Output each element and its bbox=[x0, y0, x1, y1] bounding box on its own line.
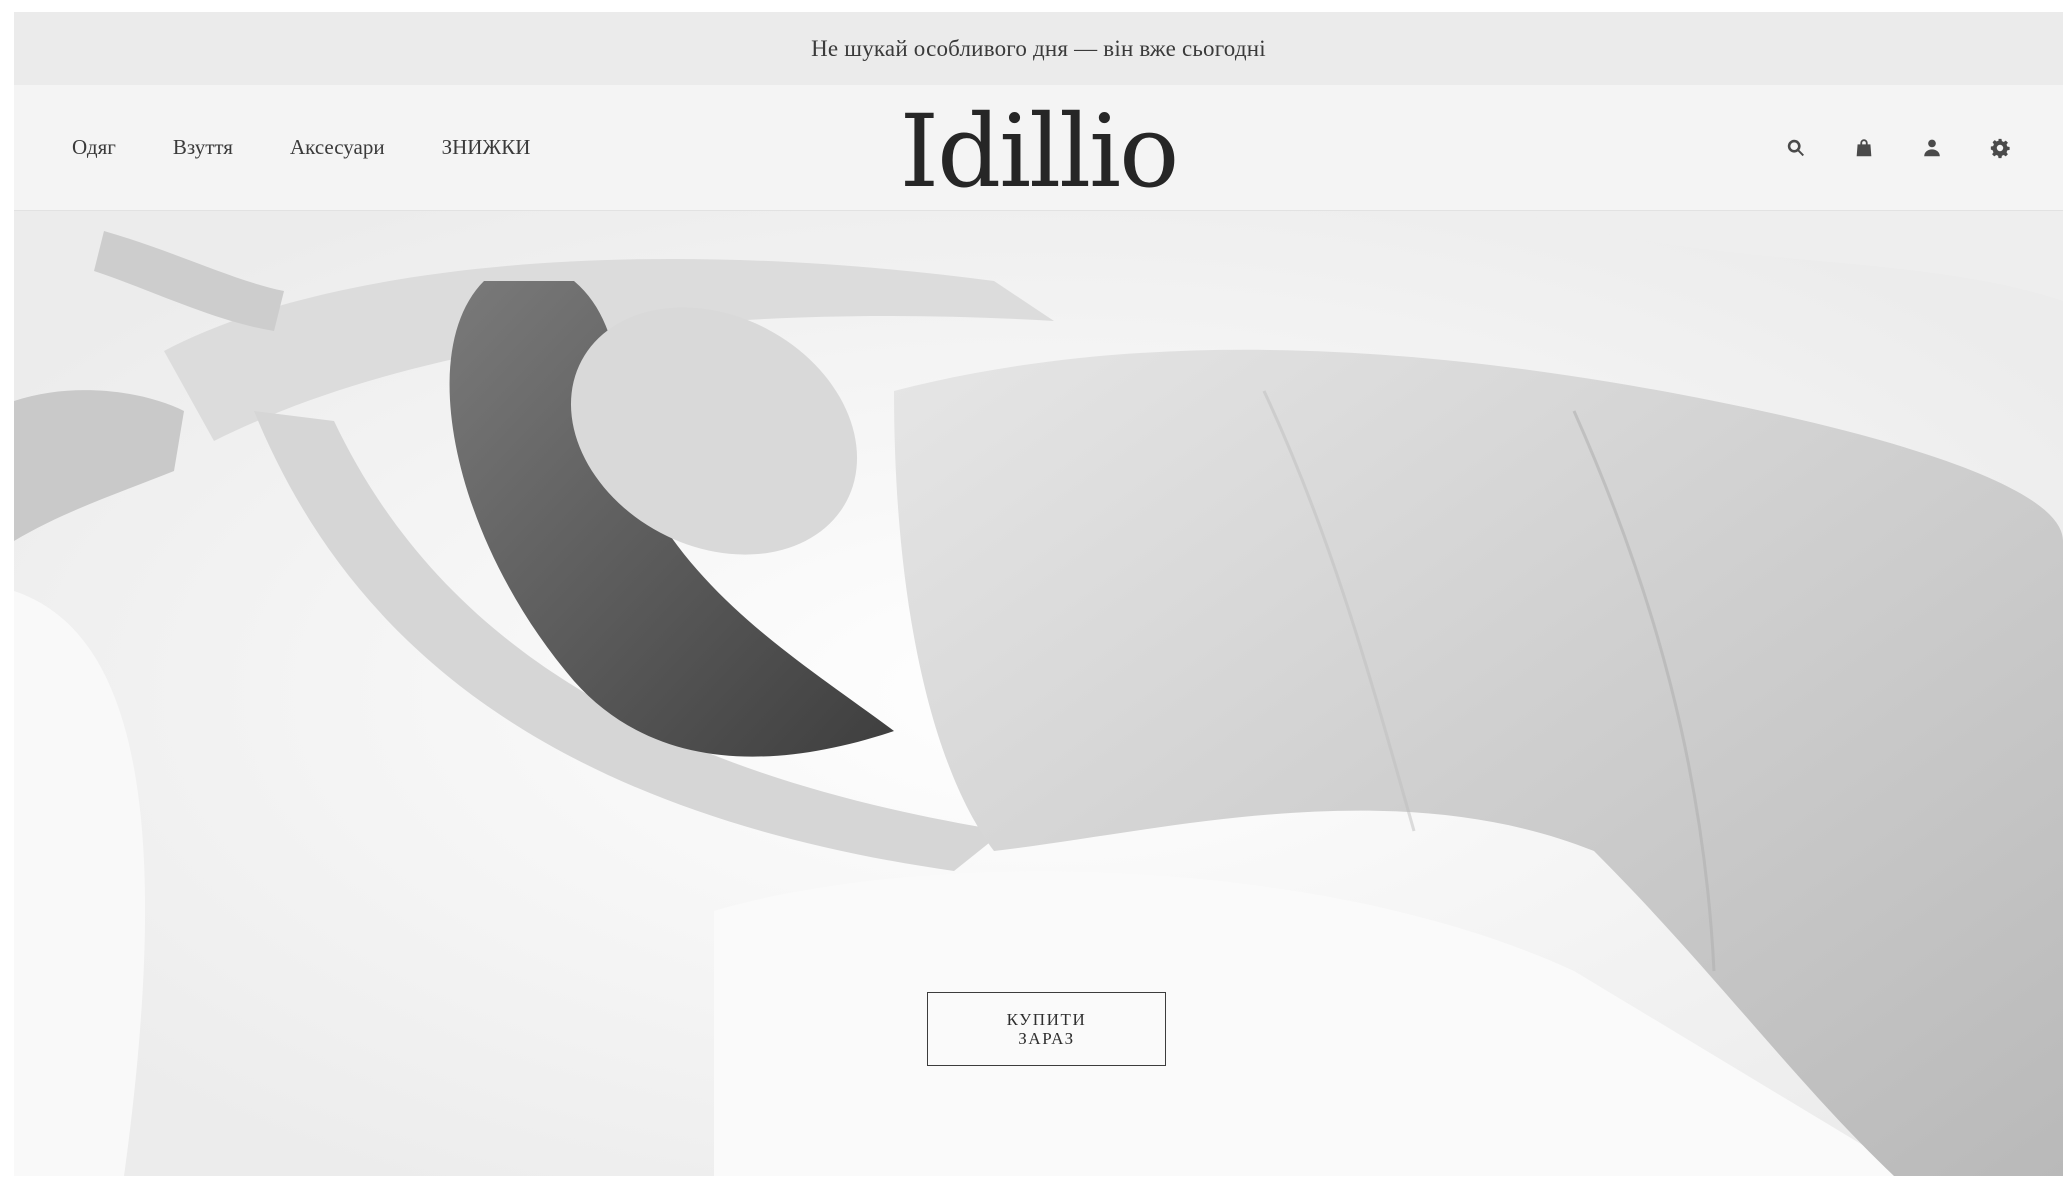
site-header: Одяг Взуття Аксесуари ЗНИЖКИ Idillio bbox=[14, 85, 2063, 211]
nav-item-accessories[interactable]: Аксесуари bbox=[290, 135, 385, 160]
buy-now-label-line2: ЗАРАЗ bbox=[1018, 1029, 1075, 1048]
main-nav: Одяг Взуття Аксесуари ЗНИЖКИ bbox=[72, 85, 587, 210]
search-icon[interactable] bbox=[1783, 135, 1809, 161]
page-frame: Не шукай особливого дня — він вже сьогод… bbox=[14, 12, 2063, 1176]
buy-now-button[interactable]: КУПИТИ ЗАРАЗ bbox=[927, 992, 1166, 1066]
bag-icon[interactable] bbox=[1851, 135, 1877, 161]
gear-icon[interactable] bbox=[1987, 135, 2013, 161]
buy-now-label-line1: КУПИТИ bbox=[1006, 1010, 1087, 1029]
site-logo[interactable]: Idillio bbox=[900, 85, 1180, 214]
nav-item-sale[interactable]: ЗНИЖКИ bbox=[442, 135, 531, 160]
promo-text: Не шукай особливого дня — він вже сьогод… bbox=[811, 35, 1266, 61]
promo-bar: Не шукай особливого дня — він вже сьогод… bbox=[14, 12, 2063, 85]
hero-banner: КУПИТИ ЗАРАЗ bbox=[14, 211, 2063, 1176]
user-icon[interactable] bbox=[1919, 135, 1945, 161]
nav-item-clothing[interactable]: Одяг bbox=[72, 135, 116, 160]
header-actions bbox=[1783, 85, 2013, 210]
nav-item-shoes[interactable]: Взуття bbox=[173, 135, 233, 160]
